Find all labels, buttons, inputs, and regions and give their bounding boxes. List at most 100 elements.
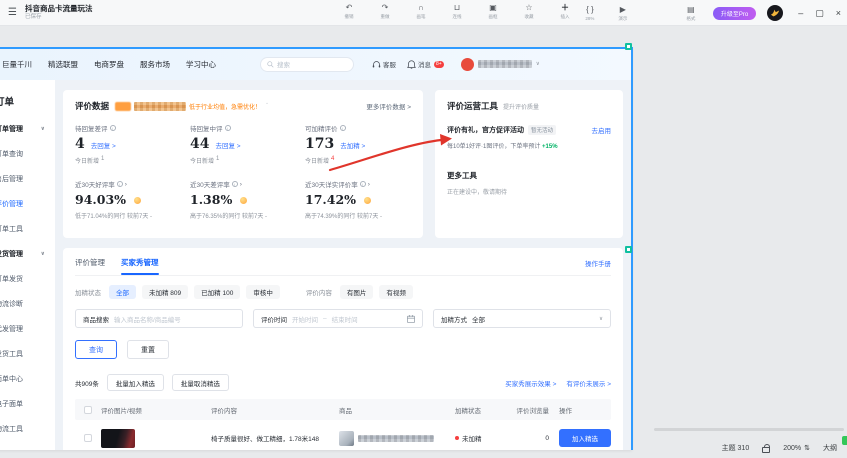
redo-button[interactable]: ↷ 重做 xyxy=(374,3,396,20)
zoom-percentage-button[interactable]: { } 28% xyxy=(579,5,601,21)
filter-pill-has-image[interactable]: 有图片 xyxy=(340,285,374,299)
search-placeholder: 搜索 xyxy=(277,59,290,69)
present-button[interactable]: ▶ 演示 xyxy=(612,5,634,22)
pen-icon: ∩ xyxy=(418,3,424,13)
medal-icon xyxy=(364,197,371,204)
review-tools-card: 评价运营工具 提升评价质量 评价有礼，官方促评活动 暂无活动 去启用 每10单1… xyxy=(435,90,623,238)
shop-avatar xyxy=(461,58,474,71)
horizontal-scrollbar[interactable] xyxy=(654,428,844,431)
more-review-data-link[interactable]: 更多评价数据 > xyxy=(366,101,411,111)
editor-canvas[interactable]: 巨量千川 精选联盟 电商罗盘 服务市场 学习中心 搜索 客服 消息 8+ xyxy=(0,26,847,458)
theme-count[interactable]: 主题 310 xyxy=(722,443,750,453)
outline-button[interactable]: 大纲 xyxy=(823,443,837,453)
account-menu[interactable]: ∨ xyxy=(461,58,540,71)
save-status: 已保存 xyxy=(25,14,93,20)
sidebar-item[interactable]: 电子面单 xyxy=(0,391,55,416)
reset-button[interactable]: 重置 xyxy=(127,340,169,359)
sidebar-item[interactable]: 面单中心 xyxy=(0,366,55,391)
sidebar-item[interactable]: 物流诊断 xyxy=(0,291,55,316)
close-button[interactable]: × xyxy=(836,0,841,26)
filter-pill-reviewing[interactable]: 审核中 xyxy=(246,285,280,299)
query-button[interactable]: 查询 xyxy=(75,340,117,359)
user-avatar[interactable] xyxy=(767,5,783,21)
promo-title: 评价有礼，官方促评活动 xyxy=(447,125,524,135)
feature-method-value: 全部 xyxy=(472,314,485,324)
feature-method-select[interactable]: 加精方式 全部 ∨ xyxy=(433,309,611,328)
filter-pill-not-featured[interactable]: 未加精 809 xyxy=(142,285,188,299)
filter-pill-has-video[interactable]: 有视频 xyxy=(379,285,413,299)
sidebar-item[interactable]: 物流工具 xyxy=(0,416,55,441)
format-button[interactable]: ▤ 格式 xyxy=(680,5,702,22)
top-nav-right: 客服 消息 8+ ∨ xyxy=(372,58,540,71)
filter-pill-featured[interactable]: 已加精 100 xyxy=(194,285,240,299)
favorite-button[interactable]: ☆ 收藏 xyxy=(518,3,540,20)
document-title: 抖音商品卡流量玩法 xyxy=(25,5,93,13)
medal-icon xyxy=(240,197,247,204)
tab-buyer-show-management[interactable]: 买家秀管理 xyxy=(121,257,159,275)
sidebar-item[interactable]: 订单查询 xyxy=(0,141,55,166)
enable-promo-link[interactable]: 去启用 xyxy=(592,125,612,135)
connector-tool-button[interactable]: ⊔ 连线 xyxy=(446,3,468,20)
upgrade-button[interactable]: 升级至Pro xyxy=(713,7,756,20)
select-all-checkbox[interactable] xyxy=(84,406,92,414)
sidebar-item[interactable]: 物流服务 xyxy=(0,441,55,450)
selection-handle-right-middle[interactable] xyxy=(625,246,632,253)
review-thumbnail[interactable] xyxy=(101,429,135,448)
operation-manual-link[interactable]: 操作手册 xyxy=(585,258,611,275)
search-input[interactable]: 搜索 xyxy=(260,57,354,72)
sidebar-item[interactable]: 售后管理 xyxy=(0,166,55,191)
go-reply-link[interactable]: 去回复 > xyxy=(215,140,240,150)
top-nav-item[interactable]: 精选联盟 xyxy=(48,59,78,70)
product-search-placeholder: 输入商品名称/商品编号 xyxy=(114,314,181,324)
top-nav-item[interactable]: 电商罗盘 xyxy=(94,59,124,70)
sidebar-group-order-management[interactable]: 订单管理 ∨ xyxy=(0,116,55,141)
row-checkbox[interactable] xyxy=(84,434,92,442)
customer-service-button[interactable]: 客服 xyxy=(372,59,396,69)
buyer-show-effect-link[interactable]: 买家秀展示效果 > xyxy=(505,378,556,388)
batch-remove-featured-button[interactable]: 批量取消精选 xyxy=(172,374,229,391)
product-search-input[interactable]: 商品搜索 输入商品名称/商品编号 xyxy=(75,309,243,328)
undo-button[interactable]: ↶ 撤销 xyxy=(338,3,360,20)
review-time-range-picker[interactable]: 评价时间 开始时间 – 结束时间 xyxy=(253,309,423,328)
medal-icon xyxy=(134,197,141,204)
embedded-screenshot[interactable]: 巨量千川 精选联盟 电商罗盘 服务市场 学习中心 搜索 客服 消息 8+ xyxy=(0,48,632,450)
filter-pill-all[interactable]: 全部 xyxy=(109,285,136,299)
sidebar-group-shipping-management[interactable]: 发货管理 ∨ xyxy=(0,241,55,266)
minimize-button[interactable]: – xyxy=(798,0,803,26)
top-nav-item[interactable]: 巨量千川 xyxy=(2,59,32,70)
sidebar-item[interactable]: 订单工具 xyxy=(0,216,55,241)
info-icon: i xyxy=(340,125,346,131)
top-nav-item[interactable]: 服务市场 xyxy=(140,59,170,70)
feature-status: 未加精 xyxy=(455,433,505,443)
connector-icon: ⊔ xyxy=(454,3,460,13)
messages-button[interactable]: 消息 8+ xyxy=(407,59,444,69)
go-feature-link[interactable]: 去加精 > xyxy=(340,140,365,150)
metric-pending-mid-reviews: 待回复中评i 44去回复 > 今日新增1 xyxy=(190,123,305,165)
frame-icon: ▣ xyxy=(489,3,497,13)
sidebar-item[interactable]: 发货工具 xyxy=(0,341,55,366)
insert-button[interactable]: ＋ 插入 xyxy=(554,3,576,20)
collapse-icon[interactable]: ＾ xyxy=(264,102,270,111)
sidebar-item[interactable]: 代发管理 xyxy=(0,316,55,341)
sidebar-item[interactable]: 订单发货 xyxy=(0,266,55,291)
more-tools-subtitle: 正在建设中，敬请期待 xyxy=(447,187,611,196)
top-nav-item[interactable]: 学习中心 xyxy=(186,59,216,70)
maximize-button[interactable]: ▢ xyxy=(815,0,824,26)
more-tools-block: 更多工具 正在建设中，敬请期待 xyxy=(447,170,611,196)
sidebar-item-review-management[interactable]: 评价管理 xyxy=(0,191,55,216)
frame-tool-button[interactable]: ▣ 画框 xyxy=(482,3,504,20)
headset-icon xyxy=(372,60,381,69)
reviews-not-shown-link[interactable]: 有评价未展示 > xyxy=(566,378,611,388)
canvas-zoom-control[interactable]: 200% ⇅ xyxy=(783,444,810,452)
banner-tag-redacted xyxy=(115,102,131,111)
pen-tool-button[interactable]: ∩ 画笔 xyxy=(410,3,432,20)
add-to-featured-button[interactable]: 加入精选 xyxy=(559,429,611,447)
lock-button[interactable] xyxy=(762,444,770,453)
form-buttons: 查询 重置 xyxy=(75,340,611,359)
batch-add-featured-button[interactable]: 批量加入精选 xyxy=(107,374,164,391)
bird-logo-icon xyxy=(770,8,780,18)
selection-handle-top-right[interactable] xyxy=(625,43,632,50)
tab-review-management[interactable]: 评价管理 xyxy=(75,257,105,275)
go-reply-link[interactable]: 去回复 > xyxy=(91,140,116,150)
hamburger-menu-icon[interactable]: ☰ xyxy=(8,7,17,18)
